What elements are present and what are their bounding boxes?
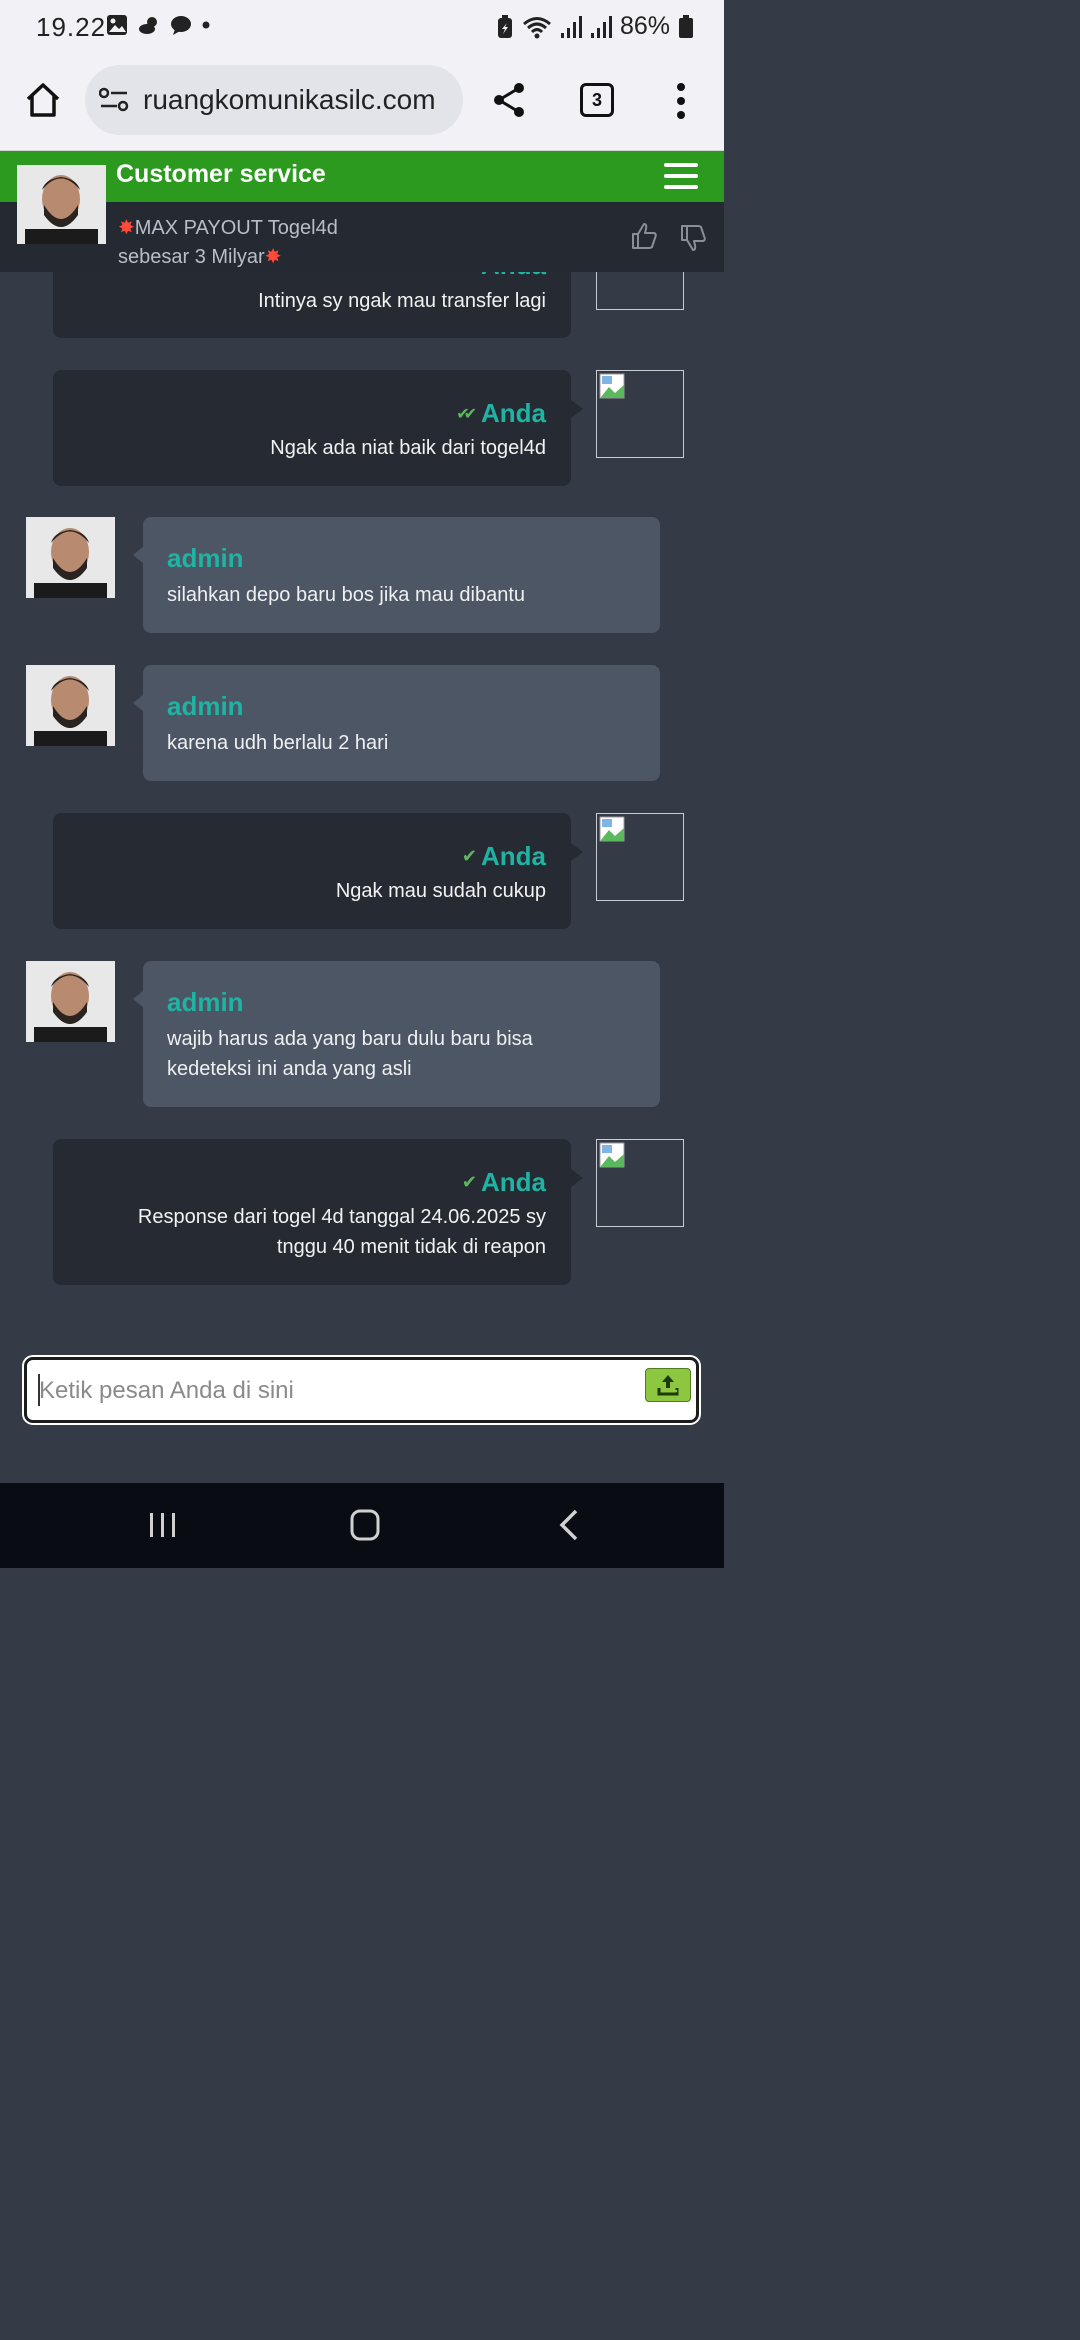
check-icon: ✔ bbox=[461, 846, 477, 866]
wifi-icon bbox=[522, 16, 551, 38]
message-bubble-you: ✔ Anda Ngak mau sudah cukup bbox=[53, 813, 583, 929]
hamburger-menu-icon[interactable] bbox=[664, 163, 698, 189]
message-text: Intinya sy ngak mau transfer lagi bbox=[258, 290, 546, 312]
message-text: Ngak ada niat baik dari togel4d bbox=[270, 437, 546, 459]
sender-name: admin bbox=[167, 691, 244, 721]
share-icon[interactable] bbox=[490, 81, 528, 119]
message-text: Response dari togel 4d tanggal 24.06.202… bbox=[137, 1206, 546, 1258]
message-text: karena udh berlalu 2 hari bbox=[167, 732, 389, 754]
message-text: wajib harus ada yang baru dulu baru bisa… bbox=[167, 1028, 533, 1080]
gallery-notification-icon bbox=[107, 15, 127, 35]
sender-name: ✔ Anda bbox=[461, 841, 546, 871]
broken-image-icon bbox=[596, 1139, 684, 1227]
battery-percent: 86% bbox=[619, 12, 670, 40]
chat-notification-icon bbox=[171, 16, 191, 35]
signal-icon-1 bbox=[560, 15, 582, 38]
message-text: silahkan depo baru bos jika mau dibantu bbox=[167, 584, 526, 606]
message-bubble-admin: admin wajib harus ada yang baru dulu bar… bbox=[133, 961, 660, 1107]
upload-icon bbox=[657, 1375, 679, 1396]
sender-name: admin bbox=[167, 543, 244, 573]
upload-send-button[interactable] bbox=[645, 1368, 691, 1402]
notification-dot-icon bbox=[202, 21, 210, 29]
check-icon: ✔ bbox=[461, 1172, 477, 1192]
broken-image-icon bbox=[596, 813, 684, 901]
broken-image-icon bbox=[596, 370, 684, 458]
sender-name: ✔✔Anda bbox=[456, 398, 546, 428]
double-check-icon: ✔✔ bbox=[456, 405, 477, 423]
thumbs-up-icon[interactable] bbox=[630, 222, 658, 250]
chat-header: Customer service bbox=[0, 151, 724, 202]
message-text: Ngak mau sudah cukup bbox=[335, 880, 546, 902]
message-bubble-admin: admin karena udh berlalu 2 hari bbox=[133, 665, 660, 781]
address-bar[interactable]: ruangkomunikasilc.com bbox=[85, 65, 463, 135]
explosion-icon: ✸ bbox=[118, 217, 135, 239]
status-time: 19.22 bbox=[36, 12, 107, 42]
battery-saver-icon bbox=[497, 14, 512, 38]
home-icon[interactable] bbox=[24, 81, 62, 119]
back-icon[interactable] bbox=[556, 1509, 580, 1541]
recent-apps-icon[interactable] bbox=[148, 1511, 178, 1539]
admin-avatar bbox=[26, 961, 115, 1042]
tab-count: 3 bbox=[591, 90, 602, 110]
message-bubble-admin: admin silahkan depo baru bos jika mau di… bbox=[133, 517, 660, 633]
tab-switcher-button[interactable]: 3 bbox=[580, 83, 614, 117]
home-nav-icon[interactable] bbox=[350, 1509, 380, 1541]
signal-icon-2 bbox=[590, 15, 612, 38]
thumbs-down-icon[interactable] bbox=[679, 224, 707, 252]
message-bubble-you: ✔ Anda Response dari togel 4d tanggal 24.… bbox=[53, 1139, 583, 1285]
agent-avatar bbox=[17, 165, 106, 244]
chat-promo-bar: ✸MAX PAYOUT Togel4d sebesar 3 Milyar✸ bbox=[0, 202, 724, 272]
site-settings-icon[interactable] bbox=[99, 87, 129, 113]
message-bubble-you: ✔✔ Anda Ngak ada niat baik dari togel4d bbox=[53, 370, 583, 486]
message-input[interactable] bbox=[37, 1370, 631, 1412]
admin-avatar bbox=[26, 517, 115, 598]
explosion-icon: ✸ bbox=[264, 246, 282, 268]
admin-avatar bbox=[26, 665, 115, 746]
url-text: ruangkomunikasilc.com bbox=[143, 84, 436, 115]
status-bar: 19.22 86% bbox=[0, 0, 724, 55]
browser-toolbar: ruangkomunikasilc.com 3 bbox=[0, 55, 724, 151]
weather-icon bbox=[139, 17, 157, 34]
promo-line-2: sebesar 3 Milyar✸ bbox=[118, 246, 282, 268]
system-nav-bar bbox=[0, 1483, 724, 1568]
more-menu-icon[interactable] bbox=[674, 81, 688, 121]
promo-line-1: ✸MAX PAYOUT Togel4d bbox=[118, 217, 338, 239]
battery-icon bbox=[679, 14, 693, 38]
chat-title: Customer service bbox=[116, 160, 326, 188]
message-composer bbox=[24, 1357, 699, 1423]
sender-name: admin bbox=[167, 987, 244, 1017]
sender-name: ✔ Anda bbox=[461, 1167, 546, 1197]
